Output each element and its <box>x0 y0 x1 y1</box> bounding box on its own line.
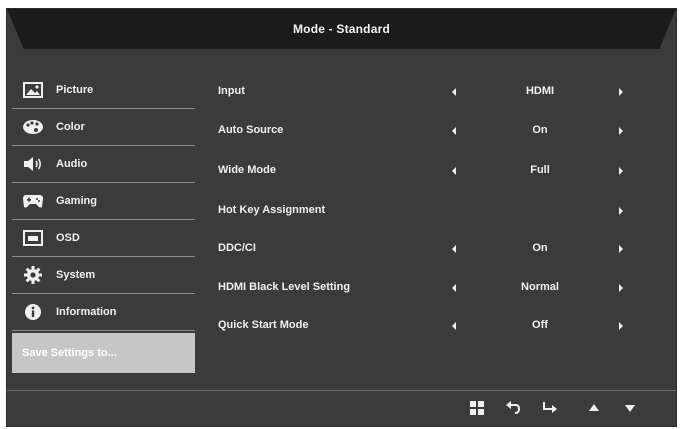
gamepad-icon <box>22 192 44 210</box>
save-settings-label: Save Settings to... <box>22 347 117 359</box>
osd-icon <box>22 229 44 247</box>
left-arrow-icon[interactable] <box>452 127 456 135</box>
right-arrow-icon[interactable] <box>619 127 623 135</box>
sidebar-item-picture[interactable]: Picture <box>12 72 195 109</box>
sidebar-item-audio[interactable]: Audio <box>12 146 195 183</box>
right-arrow-icon[interactable] <box>619 207 623 215</box>
right-arrow-icon[interactable] <box>619 322 623 330</box>
speaker-icon <box>22 155 44 173</box>
setting-value: Full <box>530 164 550 176</box>
left-arrow-icon[interactable] <box>452 322 456 330</box>
back-icon[interactable] <box>503 399 523 417</box>
setting-row-hdmi-black-level[interactable]: HDMI Black Level Setting Normal <box>218 277 648 297</box>
sidebar-item-label: System <box>56 269 96 281</box>
sidebar-item-label: Information <box>56 306 117 318</box>
setting-label: HDMI Black Level Setting <box>218 281 351 293</box>
sidebar-item-gaming[interactable]: Gaming <box>12 183 195 220</box>
right-arrow-icon[interactable] <box>619 88 623 96</box>
sidebar-item-color[interactable]: Color <box>12 109 195 146</box>
setting-value: On <box>532 242 548 254</box>
setting-value: Off <box>532 319 548 331</box>
setting-row-quick-start-mode[interactable]: Quick Start Mode Off <box>218 315 648 335</box>
left-arrow-icon[interactable] <box>452 245 456 253</box>
setting-row-input[interactable]: Input HDMI <box>218 81 648 101</box>
left-arrow-icon[interactable] <box>452 284 456 292</box>
sidebar-item-label: Gaming <box>56 195 97 207</box>
setting-row-wide-mode[interactable]: Wide Mode Full <box>218 160 648 180</box>
sidebar-item-system[interactable]: System <box>12 257 195 294</box>
footer-buttons <box>7 391 676 426</box>
sidebar-item-information[interactable]: Information <box>12 294 195 331</box>
right-arrow-icon[interactable] <box>619 167 623 175</box>
setting-value: Normal <box>521 281 559 293</box>
left-arrow-icon[interactable] <box>452 167 456 175</box>
setting-label: Input <box>218 85 245 97</box>
up-arrow-icon[interactable] <box>584 399 604 417</box>
setting-label: DDC/CI <box>218 242 256 254</box>
save-settings-button[interactable]: Save Settings to... <box>12 333 195 373</box>
sidebar-item-label: Color <box>56 121 85 133</box>
info-icon <box>22 303 44 321</box>
sidebar-item-osd[interactable]: OSD <box>12 220 195 257</box>
setting-label: Auto Source <box>218 124 284 136</box>
setting-row-hot-key-assignment[interactable]: Hot Key Assignment <box>218 200 648 220</box>
osd-header: Mode - Standard <box>7 9 676 57</box>
mode-title: Mode - Standard <box>292 22 390 36</box>
setting-row-auto-source[interactable]: Auto Source On <box>218 120 648 140</box>
down-arrow-icon[interactable] <box>620 399 640 417</box>
osd-menu: Mode - Standard Picture Color Audio Gami… <box>6 8 677 427</box>
left-arrow-icon[interactable] <box>452 88 456 96</box>
setting-label: Hot Key Assignment <box>218 204 326 216</box>
sidebar-item-label: OSD <box>56 232 80 244</box>
sidebar-item-label: Picture <box>56 84 94 96</box>
menu-grid-icon[interactable] <box>467 399 487 417</box>
sidebar: Picture Color Audio Gaming OSD System In… <box>12 72 195 373</box>
right-arrow-icon[interactable] <box>619 245 623 253</box>
setting-label: Wide Mode <box>218 164 276 176</box>
setting-value: HDMI <box>525 85 555 97</box>
setting-value: On <box>532 124 548 136</box>
right-arrow-icon[interactable] <box>619 284 623 292</box>
palette-icon <box>22 118 44 136</box>
picture-icon <box>22 81 44 99</box>
enter-icon[interactable] <box>540 399 560 417</box>
sidebar-item-label: Audio <box>56 158 88 170</box>
setting-label: Quick Start Mode <box>218 319 309 331</box>
setting-row-ddc-ci[interactable]: DDC/CI On <box>218 238 648 258</box>
gear-icon <box>22 266 44 284</box>
